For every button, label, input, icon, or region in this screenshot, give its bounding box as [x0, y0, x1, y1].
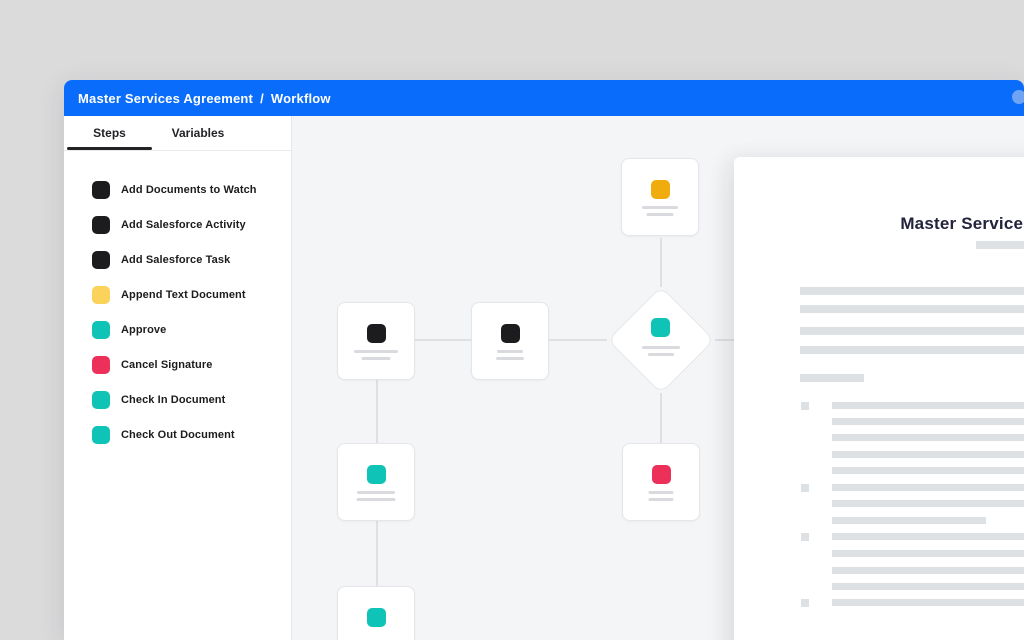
document-title: Master Services Agreement [734, 214, 1024, 234]
sidebar: Steps Variables Add Documents to Watch A… [64, 116, 292, 640]
step-item-add-documents-to-watch[interactable]: Add Documents to Watch [64, 172, 291, 207]
node-step-icon [367, 324, 386, 343]
document-subtitle-placeholder [976, 241, 1024, 249]
connector-line [660, 238, 662, 287]
connector-line [415, 339, 471, 341]
step-type-icon [92, 216, 110, 234]
breadcrumb: Master Services Agreement / Workflow [78, 91, 331, 106]
step-type-icon [92, 426, 110, 444]
breadcrumb-separator: / [260, 91, 264, 106]
document-text-placeholder [832, 567, 1024, 574]
step-item-check-out-document[interactable]: Check Out Document [64, 417, 291, 452]
document-bullet [801, 402, 809, 410]
step-item-label: Check Out Document [121, 429, 235, 441]
node-label-placeholder [642, 206, 678, 209]
node-step-icon [651, 180, 670, 199]
document-text-placeholder [800, 327, 1024, 335]
node-label-placeholder [647, 213, 674, 216]
step-item-add-salesforce-activity[interactable]: Add Salesforce Activity [64, 207, 291, 242]
app-header: Master Services Agreement / Workflow [64, 80, 1024, 116]
step-item-add-salesforce-task[interactable]: Add Salesforce Task [64, 242, 291, 277]
node-label-placeholder [362, 357, 391, 360]
node-step-icon [651, 318, 670, 337]
step-item-label: Add Documents to Watch [121, 184, 257, 196]
workflow-node-left[interactable] [337, 302, 415, 380]
document-text-placeholder [832, 550, 1024, 557]
step-item-cancel-signature[interactable]: Cancel Signature [64, 347, 291, 382]
workflow-node-bottom-right[interactable] [622, 443, 700, 521]
step-type-icon [92, 391, 110, 409]
node-label-placeholder [496, 357, 524, 360]
document-text-placeholder [800, 287, 1024, 295]
node-label-placeholder [649, 491, 674, 494]
step-item-label: Add Salesforce Activity [121, 219, 246, 231]
document-preview[interactable]: Master Services Agreement [734, 157, 1024, 640]
workflow-node-partial[interactable] [337, 586, 415, 640]
document-text-placeholder [832, 583, 1024, 590]
document-text-placeholder [800, 346, 1024, 354]
node-label-placeholder [648, 353, 674, 356]
step-item-label: Check In Document [121, 394, 225, 406]
step-type-icon [92, 356, 110, 374]
document-text-placeholder [832, 467, 1024, 474]
node-step-icon [501, 324, 520, 343]
step-type-icon [92, 251, 110, 269]
app-window: Master Services Agreement / Workflow Ste… [64, 80, 1024, 640]
document-text-placeholder [832, 599, 1024, 606]
node-label-placeholder [649, 498, 674, 501]
document-text-placeholder [832, 533, 1024, 540]
document-text-placeholder [832, 402, 1024, 409]
workflow-node-middle[interactable] [471, 302, 549, 380]
document-text-placeholder [832, 484, 1024, 491]
document-text-placeholder [832, 517, 986, 524]
workflow-node-top[interactable] [621, 158, 699, 236]
tab-steps[interactable]: Steps [67, 116, 152, 150]
step-item-label: Add Salesforce Task [121, 254, 230, 266]
workflow-node-bottom-left[interactable] [337, 443, 415, 521]
step-type-icon [92, 321, 110, 339]
connector-line [376, 380, 378, 444]
breadcrumb-item-workflow: Workflow [271, 91, 331, 106]
node-label-placeholder [497, 350, 523, 353]
step-type-icon [92, 181, 110, 199]
tab-variables[interactable]: Variables [152, 116, 244, 150]
step-type-icon [92, 286, 110, 304]
step-item-label: Approve [121, 324, 166, 336]
document-bullet [801, 484, 809, 492]
node-label-placeholder [357, 498, 396, 501]
document-bullet [801, 599, 809, 607]
document-text-placeholder [800, 374, 864, 382]
node-label-placeholder [357, 491, 395, 494]
step-item-label: Cancel Signature [121, 359, 212, 371]
workflow-node-decision[interactable] [607, 286, 715, 394]
connector-line [660, 393, 662, 444]
decision-diamond-shape [607, 286, 714, 393]
node-step-icon [367, 608, 386, 627]
connector-line [549, 339, 607, 341]
document-bullet [801, 533, 809, 541]
step-item-check-in-document[interactable]: Check In Document [64, 382, 291, 417]
document-text-placeholder [832, 434, 1024, 441]
node-step-icon [652, 465, 671, 484]
node-step-icon [367, 465, 386, 484]
document-text-placeholder [832, 451, 1024, 458]
step-item-approve[interactable]: Approve [64, 312, 291, 347]
step-list: Add Documents to Watch Add Salesforce Ac… [64, 151, 291, 452]
step-item-label: Append Text Document [121, 289, 246, 301]
node-label-placeholder [642, 346, 680, 349]
notification-dot [1012, 90, 1024, 104]
step-item-append-text-document[interactable]: Append Text Document [64, 277, 291, 312]
document-text-placeholder [800, 305, 1024, 313]
breadcrumb-item-agreement[interactable]: Master Services Agreement [78, 91, 253, 106]
node-label-placeholder [354, 350, 398, 353]
tab-bar: Steps Variables [64, 116, 291, 151]
document-text-placeholder [832, 500, 1024, 507]
document-text-placeholder [832, 418, 1024, 425]
connector-line [376, 521, 378, 587]
